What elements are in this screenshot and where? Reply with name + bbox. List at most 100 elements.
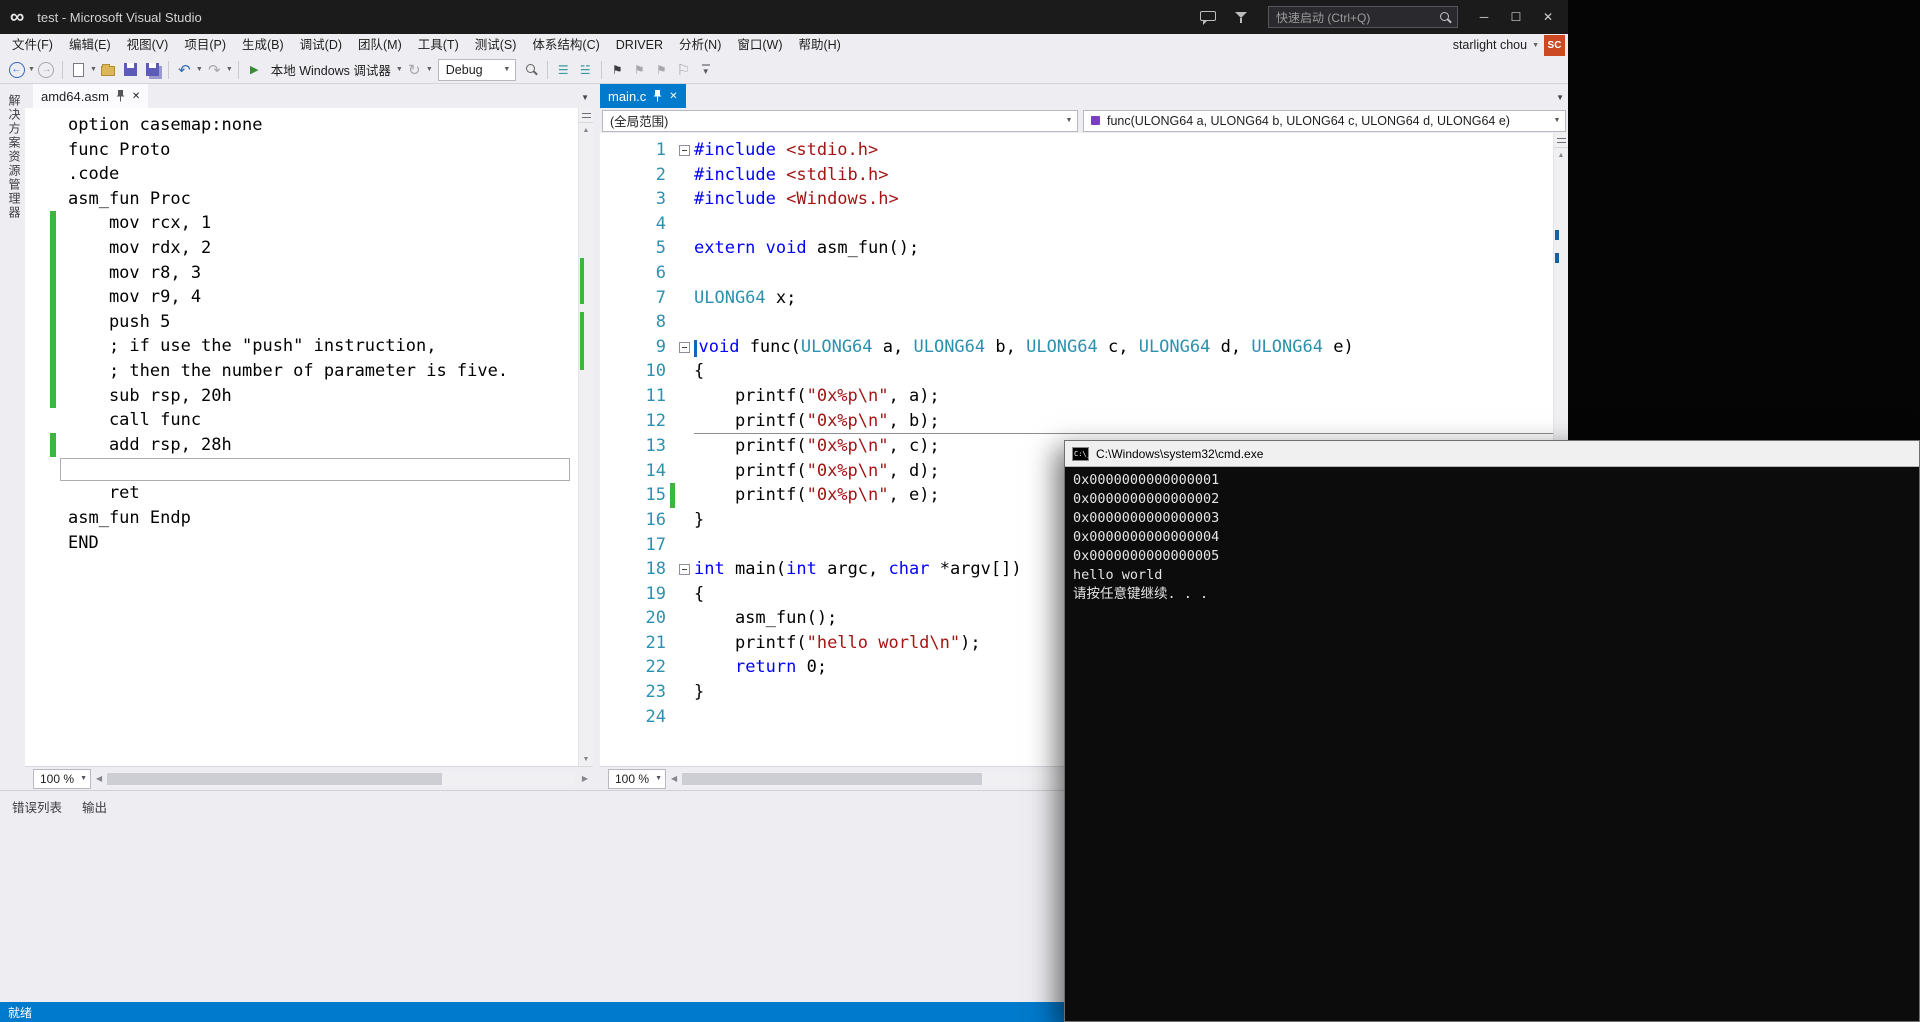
pin-icon[interactable]: [653, 90, 662, 102]
clear-bookmarks-icon[interactable]: ⚐: [673, 58, 694, 82]
scrollbar-thumb[interactable]: [107, 773, 442, 785]
user-avatar[interactable]: SC: [1544, 35, 1565, 56]
console-window[interactable]: C:\Windows\system32\cmd.exe 0x0000000000…: [1064, 440, 1920, 1022]
code-line[interactable]: asm_fun Proc: [25, 187, 578, 212]
editor-group-splitter[interactable]: [593, 84, 600, 790]
panel-tab[interactable]: 错误列表: [12, 797, 62, 816]
menu-item[interactable]: 调试(D): [292, 34, 350, 56]
menu-item[interactable]: 测试(S): [467, 34, 525, 56]
zoom-selector[interactable]: 100 % ▼: [33, 769, 91, 789]
save-button[interactable]: [120, 58, 141, 82]
menu-item[interactable]: 帮助(H): [790, 34, 848, 56]
new-file-chevron-icon[interactable]: ▼: [90, 66, 97, 73]
toolbar-overflow-chevron-icon[interactable]: ▼: [702, 64, 710, 76]
console-body[interactable]: 0x00000000000000010x00000000000000020x00…: [1065, 467, 1919, 1021]
redo-chevron-icon[interactable]: ▼: [226, 66, 233, 73]
user-chevron-icon[interactable]: ▼: [1532, 42, 1539, 49]
left-editor[interactable]: option casemap:nonefunc Proto.codeasm_fu…: [25, 108, 593, 766]
debug-target-chevron-icon[interactable]: ▼: [396, 66, 403, 73]
search-icon[interactable]: [1439, 11, 1452, 24]
menu-item[interactable]: 编辑(E): [61, 34, 119, 56]
tab-list-chevron-icon[interactable]: ▼: [581, 93, 589, 102]
tab-amd64-asm[interactable]: amd64.asm ✕: [33, 84, 148, 108]
fold-collapse-icon[interactable]: [679, 342, 690, 353]
user-name[interactable]: starlight chou: [1453, 38, 1527, 52]
close-tab-icon[interactable]: ✕: [132, 91, 140, 102]
code-line[interactable]: 4: [600, 212, 1553, 237]
open-file-button[interactable]: [98, 58, 119, 82]
code-line[interactable]: ; if use the "push" instruction,: [25, 334, 578, 359]
code-line[interactable]: END: [25, 531, 578, 556]
menu-item[interactable]: 文件(F): [4, 34, 61, 56]
next-bookmark-icon[interactable]: ⚑: [651, 58, 672, 82]
close-tab-icon[interactable]: ✕: [669, 91, 677, 102]
menu-item[interactable]: DRIVER: [608, 34, 671, 56]
menu-item[interactable]: 体系结构(C): [524, 34, 607, 56]
start-debug-icon[interactable]: ▶: [244, 58, 265, 82]
menu-item[interactable]: 窗口(W): [729, 34, 790, 56]
scroll-left-arrow-icon[interactable]: ◀: [666, 774, 682, 783]
console-title-bar[interactable]: C:\Windows\system32\cmd.exe: [1065, 441, 1919, 467]
scope-dropdown[interactable]: (全局范围) ▼: [602, 110, 1078, 132]
code-line[interactable]: .code: [25, 162, 578, 187]
code-line[interactable]: 6: [600, 261, 1553, 286]
code-line[interactable]: mov r8, 3: [25, 261, 578, 286]
navigate-back-chevron-icon[interactable]: ▼: [28, 66, 35, 73]
zoom-selector[interactable]: 100 % ▼: [608, 769, 666, 789]
fold-collapse-icon[interactable]: [679, 145, 690, 156]
navigate-forward-button[interactable]: →: [36, 58, 57, 82]
code-line[interactable]: 5extern void asm_fun();: [600, 236, 1553, 261]
code-line[interactable]: ; then the number of parameter is five.: [25, 359, 578, 384]
left-horizontal-scrollbar[interactable]: [107, 772, 575, 786]
navigate-back-button[interactable]: ←: [6, 58, 27, 82]
save-all-button[interactable]: [142, 58, 163, 82]
scrollbar-thumb[interactable]: [682, 773, 982, 785]
menu-item[interactable]: 视图(V): [119, 34, 177, 56]
code-line[interactable]: 3#include <Windows.h>: [600, 187, 1553, 212]
redo-button[interactable]: ↷: [204, 58, 225, 82]
scroll-left-arrow-icon[interactable]: ◀: [91, 774, 107, 783]
scroll-down-arrow-icon[interactable]: ▼: [579, 752, 593, 766]
feedback-icon[interactable]: [1200, 10, 1216, 25]
find-in-files-icon[interactable]: [521, 58, 542, 82]
scroll-up-arrow-icon[interactable]: ▲: [579, 123, 593, 137]
code-line[interactable]: func Proto: [25, 138, 578, 163]
tab-main-c[interactable]: main.c ✕: [600, 84, 686, 108]
menu-item[interactable]: 生成(B): [234, 34, 292, 56]
code-line[interactable]: ret: [25, 481, 578, 506]
solution-explorer-tab[interactable]: 解决方案资源管理器: [0, 84, 25, 790]
code-line[interactable]: call func: [25, 408, 578, 433]
attach-to-process-icon[interactable]: ↻: [404, 58, 425, 82]
minimize-button[interactable]: ─: [1468, 4, 1500, 30]
debug-target-label[interactable]: 本地 Windows 调试器: [271, 60, 391, 79]
maximize-button[interactable]: ☐: [1500, 4, 1532, 30]
code-line[interactable]: 9void func(ULONG64 a, ULONG64 b, ULONG64…: [600, 335, 1553, 360]
close-button[interactable]: ✕: [1532, 4, 1564, 30]
code-line[interactable]: 10{: [600, 359, 1553, 384]
menu-item[interactable]: 项目(P): [176, 34, 234, 56]
panel-tab[interactable]: 输出: [82, 797, 107, 816]
scroll-up-arrow-icon[interactable]: ▲: [1554, 148, 1568, 162]
code-line[interactable]: 2#include <stdlib.h>: [600, 163, 1553, 188]
code-line[interactable]: mov rcx, 1: [25, 211, 578, 236]
uncomment-selection-icon[interactable]: ☱: [575, 58, 596, 82]
code-line[interactable]: mov rdx, 2: [25, 236, 578, 261]
toggle-bookmark-icon[interactable]: ⚑: [607, 58, 628, 82]
comment-selection-icon[interactable]: ☰: [553, 58, 574, 82]
splitter-grip-icon[interactable]: [579, 108, 593, 123]
fold-collapse-icon[interactable]: [679, 564, 690, 575]
menu-item[interactable]: 分析(N): [671, 34, 729, 56]
solution-configuration-combo[interactable]: Debug ▼: [438, 59, 516, 81]
code-line[interactable]: 12 printf("0x%p\n", b);: [600, 409, 1553, 435]
code-line[interactable]: add rsp, 28h: [25, 433, 578, 458]
left-vertical-scrollbar[interactable]: ▲ ▼: [578, 108, 593, 766]
code-line[interactable]: push 5: [25, 310, 578, 335]
code-line[interactable]: option casemap:none: [25, 113, 578, 138]
code-line[interactable]: asm_fun Endp: [25, 506, 578, 531]
code-line[interactable]: 7ULONG64 x;: [600, 286, 1553, 311]
left-editor-code[interactable]: option casemap:nonefunc Proto.codeasm_fu…: [25, 108, 578, 766]
pin-icon[interactable]: [116, 90, 125, 102]
menu-item[interactable]: 工具(T): [410, 34, 467, 56]
notifications-filter-icon[interactable]: [1234, 10, 1249, 25]
menu-item[interactable]: 团队(M): [350, 34, 410, 56]
